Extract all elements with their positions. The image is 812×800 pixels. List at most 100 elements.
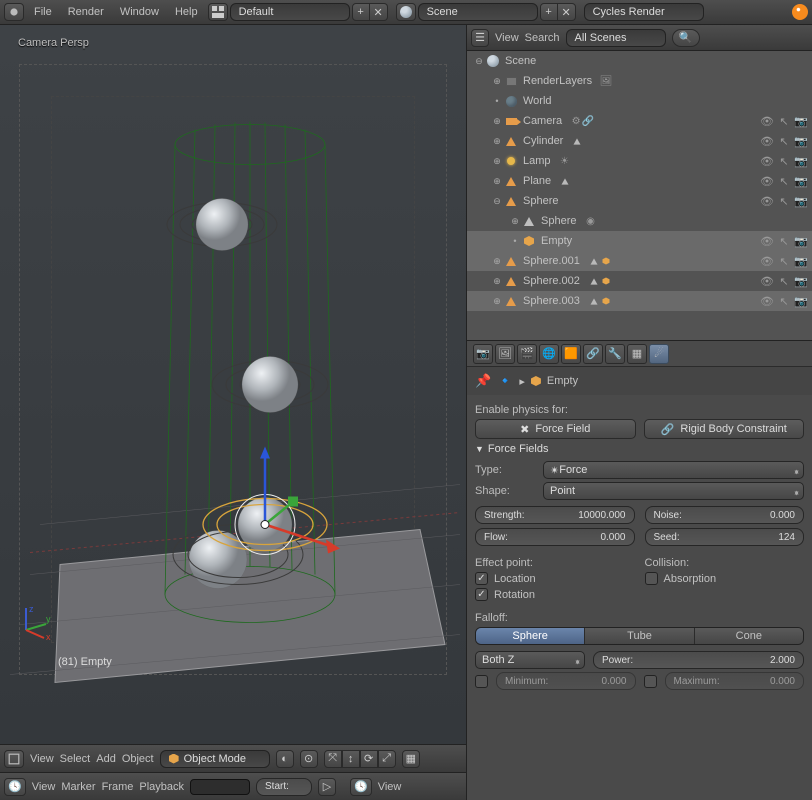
expand-icon[interactable]: ⊕ — [491, 136, 503, 147]
viewport-canvas[interactable]: Camera Persp — [0, 25, 466, 744]
falloff-shape-segmented[interactable]: Sphere Tube Cone — [475, 627, 804, 645]
manipulator-toggle[interactable]: ⤧ — [324, 750, 342, 768]
maximum-field[interactable]: Maximum:0.000 — [665, 672, 805, 690]
strength-field[interactable]: Strength:10000.000 — [475, 506, 635, 524]
timeline-menu-view[interactable]: View — [32, 781, 56, 793]
tab-data-icon[interactable]: ▦ — [627, 344, 647, 364]
location-checkbox[interactable]: Location — [475, 572, 635, 585]
renderable-icon[interactable]: 📷 — [794, 154, 808, 168]
mode-dropdown[interactable]: Object Mode — [160, 750, 270, 768]
timeline-editor-icon[interactable]: 🕓 — [4, 778, 26, 796]
manipulator-scale-icon[interactable]: ⤢ — [378, 750, 396, 768]
render-engine-dropdown[interactable]: Cycles Render — [584, 3, 704, 21]
expand-icon[interactable]: ⊕ — [491, 276, 503, 287]
tab-world-icon[interactable]: 🌐 — [539, 344, 559, 364]
expand-icon[interactable]: ⊖ — [473, 56, 485, 67]
use-min-checkbox[interactable] — [475, 675, 488, 688]
renderable-icon[interactable]: 📷 — [794, 254, 808, 268]
outliner-row[interactable]: ⊕Camera⚙🔗👁↖📷 — [467, 111, 812, 131]
timeline-menu-playback[interactable]: Playback — [139, 781, 184, 793]
outliner-tree[interactable]: ⊖Scene⊕RenderLayers🖼•World⊕Camera⚙🔗👁↖📷⊕C… — [467, 51, 812, 341]
absorption-checkbox[interactable]: Absorption — [645, 572, 805, 585]
renderable-icon[interactable]: 📷 — [794, 194, 808, 208]
layers-icon[interactable]: ▦ — [402, 750, 420, 768]
tab-renderlayers-icon[interactable]: 🖼 — [495, 344, 515, 364]
tab-physics-icon[interactable]: ☄ — [649, 344, 669, 364]
timeline-play-icon[interactable]: ▷ — [318, 778, 336, 796]
timeline-menu-marker[interactable]: Marker — [61, 781, 95, 793]
pivot-icon[interactable]: ⊙ — [300, 750, 318, 768]
layout-delete-button[interactable]: ✕ — [370, 3, 388, 21]
menu-window[interactable]: Window — [112, 0, 167, 25]
expand-icon[interactable]: • — [509, 236, 521, 246]
selectable-icon[interactable]: ↖ — [777, 294, 791, 308]
outliner-row[interactable]: •Empty👁↖📷 — [467, 231, 812, 251]
minimum-field[interactable]: Minimum:0.000 — [496, 672, 636, 690]
renderable-icon[interactable]: 📷 — [794, 134, 808, 148]
tab-object-icon[interactable]: 🟧 — [561, 344, 581, 364]
scene-dropdown[interactable]: Scene — [418, 3, 538, 21]
selectable-icon[interactable]: ↖ — [777, 134, 791, 148]
renderable-icon[interactable]: 📷 — [794, 114, 808, 128]
selectable-icon[interactable]: ↖ — [777, 114, 791, 128]
timeline-menu-frame[interactable]: Frame — [102, 781, 134, 793]
layout-dropdown[interactable]: Default — [230, 3, 350, 21]
layout-icon[interactable] — [208, 3, 228, 21]
viewport-menu-select[interactable]: Select — [60, 753, 91, 765]
outliner-menu-view[interactable]: View — [495, 32, 519, 44]
pin-icon[interactable]: 📌 — [475, 373, 491, 389]
seed-field[interactable]: Seed:124 — [645, 528, 805, 546]
selectable-icon[interactable]: ↖ — [777, 274, 791, 288]
selectable-icon[interactable]: ↖ — [777, 194, 791, 208]
expand-icon[interactable]: ⊕ — [491, 116, 503, 127]
outliner-row[interactable]: ⊕Sphere.001👁↖📷 — [467, 251, 812, 271]
menu-render[interactable]: Render — [60, 0, 112, 25]
viewport-menu-object[interactable]: Object — [122, 753, 154, 765]
timeline-scrub[interactable] — [190, 779, 250, 795]
renderable-icon[interactable]: 📷 — [794, 234, 808, 248]
viewport-menu-view[interactable]: View — [30, 753, 54, 765]
tab-modifiers-icon[interactable]: 🔧 — [605, 344, 625, 364]
selectable-icon[interactable]: ↖ — [777, 174, 791, 188]
outliner-editor-icon[interactable]: ☰ — [471, 29, 489, 47]
outliner-filter-dropdown[interactable]: All Scenes — [566, 29, 666, 47]
outliner-row[interactable]: ⊖Sphere👁↖📷 — [467, 191, 812, 211]
falloff-sphere[interactable]: Sphere — [476, 628, 585, 644]
timeline2-menu-view[interactable]: View — [378, 781, 402, 793]
menu-file[interactable]: File — [26, 0, 60, 25]
expand-icon[interactable]: ⊕ — [509, 216, 521, 227]
manipulator-rotate-icon[interactable]: ⟳ — [360, 750, 378, 768]
visibility-icon[interactable]: 👁 — [760, 274, 774, 288]
force-fields-panel-title[interactable]: ▼Force Fields — [475, 443, 804, 455]
power-field[interactable]: Power:2.000 — [593, 651, 804, 669]
selectable-icon[interactable]: ↖ — [777, 234, 791, 248]
viewport-editor-icon[interactable] — [4, 750, 24, 768]
zdirection-dropdown[interactable]: Both Z — [475, 651, 585, 669]
expand-icon[interactable]: ⊕ — [491, 156, 503, 167]
visibility-icon[interactable]: 👁 — [760, 174, 774, 188]
outliner-row[interactable]: ⊕Cylinder👁↖📷 — [467, 131, 812, 151]
tab-constraints-icon[interactable]: 🔗 — [583, 344, 603, 364]
outliner-row[interactable]: ⊕Sphere.002👁↖📷 — [467, 271, 812, 291]
visibility-icon[interactable]: 👁 — [760, 134, 774, 148]
use-max-checkbox[interactable] — [644, 675, 657, 688]
outliner-row[interactable]: ⊕Lamp☀👁↖📷 — [467, 151, 812, 171]
noise-field[interactable]: Noise:0.000 — [645, 506, 805, 524]
renderable-icon[interactable]: 📷 — [794, 294, 808, 308]
menu-help[interactable]: Help — [167, 0, 206, 25]
shape-dropdown[interactable]: Point — [543, 482, 804, 500]
expand-icon[interactable]: ⊕ — [491, 76, 503, 87]
visibility-icon[interactable]: 👁 — [760, 254, 774, 268]
expand-icon[interactable]: ⊕ — [491, 256, 503, 267]
scene-add-button[interactable]: + — [540, 3, 558, 21]
tab-scene-icon[interactable]: 🎬 — [517, 344, 537, 364]
shading-icon[interactable]: ◐ — [276, 750, 294, 768]
scene-delete-button[interactable]: ✕ — [558, 3, 576, 21]
manipulator-translate-icon[interactable]: ↕ — [342, 750, 360, 768]
editor-type-icon[interactable] — [4, 3, 24, 21]
expand-icon[interactable]: ⊕ — [491, 296, 503, 307]
viewport-menu-add[interactable]: Add — [96, 753, 116, 765]
selectable-icon[interactable]: ↖ — [777, 254, 791, 268]
rigid-body-constraint-button[interactable]: 🔗Rigid Body Constraint — [644, 419, 805, 439]
type-dropdown[interactable]: ✴ Force — [543, 461, 804, 479]
